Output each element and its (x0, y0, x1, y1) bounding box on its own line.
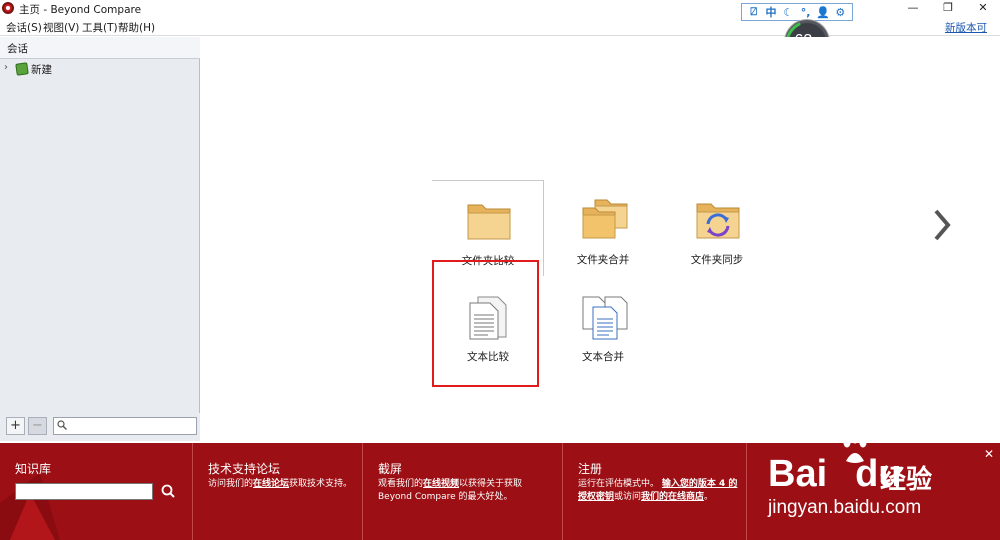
online-store-link[interactable]: 我们的在线商店 (641, 492, 704, 502)
support-title: 技术支持论坛 (208, 462, 281, 476)
session-search-input[interactable] (53, 417, 197, 435)
kb-search-input[interactable] (15, 483, 153, 500)
folder-icon (467, 204, 511, 240)
ime-user-icon[interactable]: 👤 (816, 6, 830, 19)
screencast-title: 截屏 (378, 462, 403, 476)
footer-panel: 知识库 技术支持论坛 访问我们的在线论坛获取技术支持。 截屏 观看我们的在线视频… (0, 443, 1000, 540)
folder-sync-icon (696, 203, 740, 239)
tile-label: 文本合并 (582, 351, 624, 363)
close-button[interactable]: ✕ (968, 0, 998, 17)
tile-label: 文件夹合并 (576, 254, 630, 266)
add-session-button[interactable]: + (6, 417, 25, 435)
tree-item-label: 新建 (31, 64, 52, 76)
tile-folder-merge[interactable]: 文件夹合并 (547, 180, 659, 274)
tile-text-merge[interactable]: 文本合并 (547, 277, 659, 371)
screencast-text: 观看我们的在线视频以获得关于获取 Beyond Compare 的最大好处。 (378, 479, 523, 502)
online-video-link[interactable]: 在线视频 (423, 479, 459, 489)
home-launcher: 文件夹比较 文件夹合并 文件夹同步 文本比较 文本合并 (201, 37, 1000, 441)
online-forum-link[interactable]: 在线论坛 (253, 479, 289, 489)
chevron-right-icon[interactable] (929, 207, 955, 243)
menu-help[interactable]: 帮助(H) (118, 20, 155, 35)
menu-view[interactable]: 视图(V) (43, 20, 79, 35)
tile-label: 文件夹同步 (690, 254, 744, 266)
remove-session-button[interactable]: − (28, 417, 47, 435)
ime-menu-icon[interactable]: ⍁ (747, 5, 761, 19)
footer-close-button[interactable]: ✕ (984, 447, 994, 461)
knowledge-base-section: 知识库 (0, 443, 193, 540)
support-text: 访问我们的在线论坛获取技术支持。 (208, 479, 353, 489)
ime-chinese-mode-icon[interactable]: 中 (764, 4, 778, 20)
menu-tools[interactable]: 工具(T) (82, 20, 118, 35)
session-cube-icon (15, 62, 29, 76)
ime-settings-icon[interactable]: ⚙ (833, 6, 847, 19)
support-forum-section: 技术支持论坛 访问我们的在线论坛获取技术支持。 (193, 443, 363, 540)
search-icon[interactable] (160, 483, 176, 499)
menu-session[interactable]: 会话(S) (6, 20, 42, 35)
register-title: 注册 (578, 462, 603, 476)
folders-icon (582, 199, 628, 239)
ime-punctuation-icon[interactable]: °, (799, 6, 813, 19)
tree-item-new[interactable]: › 新建 (4, 62, 124, 78)
register-text: 运行在评估模式中。 输入您的版本 4 的授权密钥或访问我们的在线商店。 (578, 479, 738, 502)
register-section: 注册 运行在评估模式中。 输入您的版本 4 的授权密钥或访问我们的在线商店。 (563, 443, 747, 540)
highlight-box (432, 260, 539, 387)
screencast-section: 截屏 观看我们的在线视频以获得关于获取 Beyond Compare 的最大好处… (363, 443, 563, 540)
sessions-sidebar: 会话 › 新建 + − (0, 37, 200, 441)
restore-button[interactable]: ❐ (933, 0, 963, 17)
kb-title: 知识库 (15, 462, 52, 476)
tile-folder-sync[interactable]: 文件夹同步 (661, 180, 773, 274)
ime-moon-icon[interactable]: ☾ (781, 6, 795, 19)
search-icon (57, 420, 67, 430)
baidu-watermark-url: jingyan.baidu.com (768, 497, 922, 518)
expand-arrow-icon[interactable]: › (4, 62, 8, 73)
text-merge-icon (582, 296, 628, 340)
app-logo-icon (2, 2, 14, 14)
beyond-compare-window: 主页 - Beyond Compare — ❐ ✕ 会话(S) 视图(V) 工具… (0, 0, 1000, 540)
minimize-button[interactable]: — (898, 0, 928, 17)
sidebar-footer: + − (0, 413, 200, 441)
sidebar-header: 会话 (0, 37, 200, 59)
window-title: 主页 - Beyond Compare (19, 4, 142, 16)
ime-toolbar: ⍁ 中 ☾ °, 👤 ⚙ (741, 3, 853, 21)
baidu-jingyan-text: 经验 (880, 465, 933, 495)
